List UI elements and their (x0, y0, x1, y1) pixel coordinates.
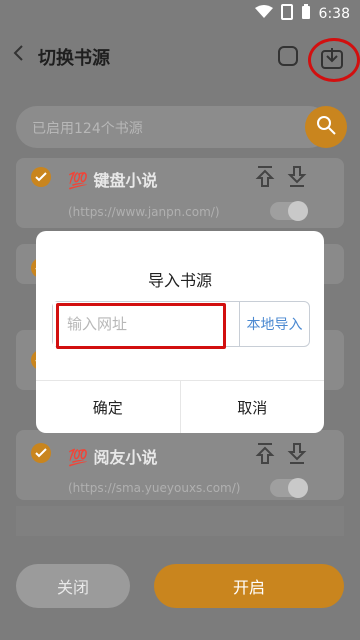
url-input[interactable] (53, 302, 239, 346)
move-bottom-icon[interactable] (287, 443, 307, 469)
sim-icon (280, 4, 293, 24)
source-toggle[interactable] (270, 201, 308, 221)
close-button[interactable]: 关闭 (16, 564, 130, 608)
hundred-emoji-icon: 💯 (68, 171, 88, 190)
source-url: (https://www.janpn.com/) (68, 205, 220, 219)
cancel-button[interactable]: 取消 (179, 381, 325, 433)
card-actions (255, 443, 307, 469)
confirm-button[interactable]: 确定 (36, 381, 180, 433)
battery-icon (301, 4, 311, 24)
url-input-container (53, 302, 240, 346)
search-icon (315, 114, 337, 140)
status-time: 6:38 (318, 6, 350, 22)
status-icons: 6:38 (254, 4, 350, 24)
dialog-title: 导入书源 (147, 271, 212, 290)
source-name: 💯 阅友小说 (68, 448, 158, 467)
list-fade (16, 506, 344, 536)
wifi-icon (254, 5, 273, 23)
local-import-button[interactable]: 本地导入 (240, 302, 309, 346)
source-toggle[interactable] (270, 478, 308, 498)
page-title: 切换书源 (38, 48, 110, 69)
open-button[interactable]: 开启 (154, 564, 344, 608)
search-button[interactable] (305, 106, 347, 148)
move-top-icon[interactable] (255, 166, 275, 192)
card-actions (255, 166, 307, 192)
import-icon[interactable] (319, 45, 345, 75)
source-name: 💯 键盘小说 (68, 171, 158, 190)
url-input-group: 本地导入 (52, 301, 310, 347)
select-all-icon[interactable] (276, 44, 300, 72)
hundred-emoji-icon: 💯 (68, 448, 88, 467)
checked-icon[interactable] (31, 167, 51, 187)
search-placeholder: 已启用124个书源 (32, 121, 143, 137)
status-bar: 6:38 (0, 0, 360, 26)
checked-icon[interactable] (31, 443, 51, 463)
back-icon[interactable] (12, 44, 26, 67)
move-bottom-icon[interactable] (287, 166, 307, 192)
dialog-actions: 确定 取消 (36, 380, 324, 433)
import-dialog: 导入书源 本地导入 确定 取消 (36, 231, 324, 433)
source-url: (https://sma.yueyouxs.com/) (68, 481, 241, 495)
move-top-icon[interactable] (255, 443, 275, 469)
